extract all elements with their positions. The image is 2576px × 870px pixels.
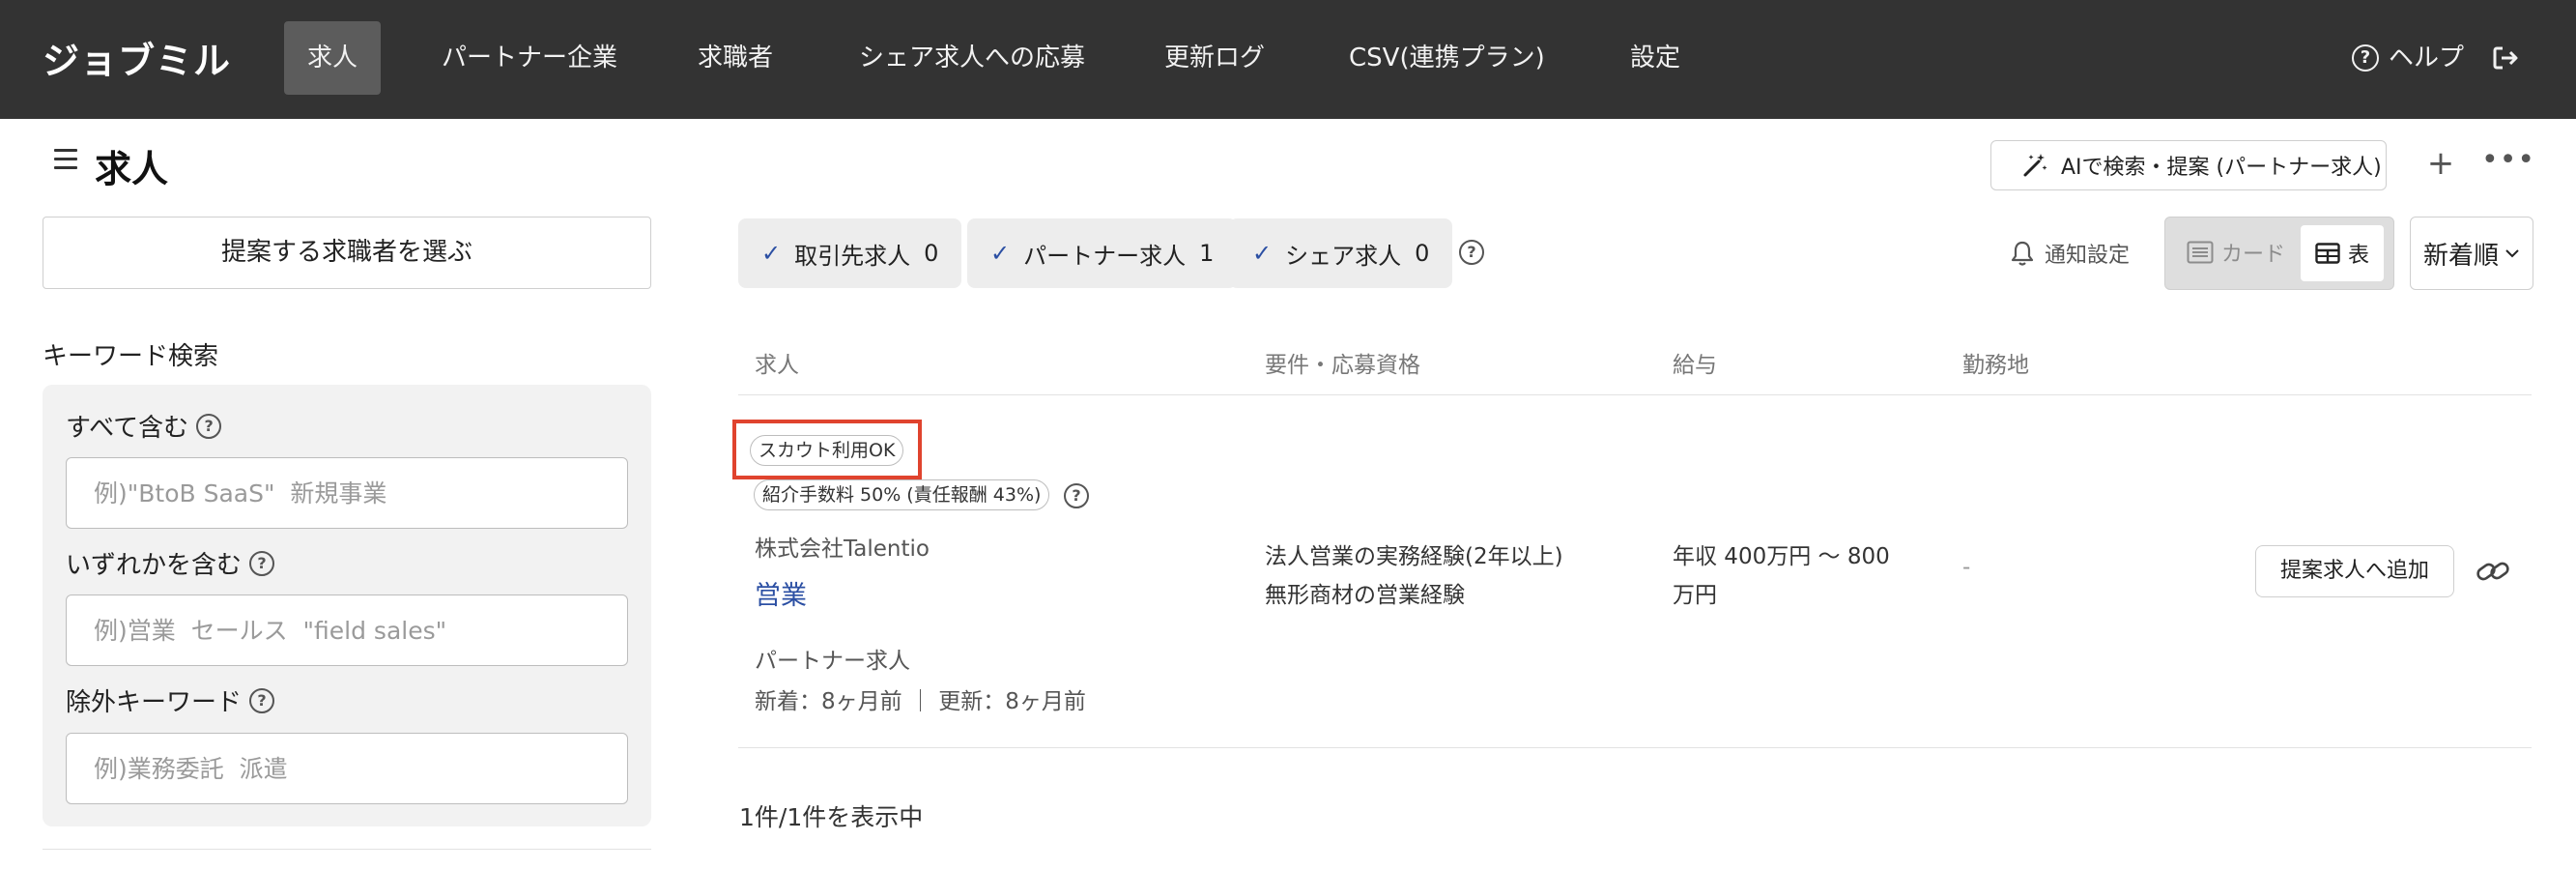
nav-item-shared-job-applications[interactable]: シェア求人への応募 [859, 21, 1085, 95]
column-header-location: 勤務地 [1962, 353, 2029, 378]
help-link[interactable]: ? ヘルプ [2352, 39, 2464, 77]
exclude-keywords-label-text: 除外キーワード [66, 688, 243, 717]
chip-count: 1 [1199, 240, 1215, 267]
view-toggle: カード 表 [2164, 217, 2394, 290]
include-any-label-text: いずれかを含む [66, 551, 243, 580]
chip-count: 0 [1415, 240, 1430, 267]
page-title: 求人 [95, 148, 169, 190]
chevron-down-icon [2505, 249, 2519, 258]
location-value: - [1962, 555, 1971, 580]
link-icon[interactable] [2476, 557, 2510, 586]
sort-order-select[interactable]: 新着順 [2410, 217, 2533, 290]
help-label: ヘルプ [2389, 44, 2465, 72]
nav-item-csv[interactable]: CSV(連携プラン) [1349, 21, 1545, 95]
nav-item-job-seekers[interactable]: 求職者 [698, 21, 773, 95]
nav-item-settings[interactable]: 設定 [1630, 21, 1680, 95]
table-icon [2315, 243, 2340, 264]
chip-label: シェア求人 [1285, 242, 1402, 270]
column-header-job: 求人 [755, 353, 799, 378]
include-all-input[interactable] [66, 457, 628, 529]
view-card-button[interactable]: カード [2187, 237, 2285, 268]
brand-logo[interactable]: ジョブミル [43, 31, 231, 84]
exclude-keywords-label: 除外キーワード ? [66, 682, 275, 718]
add-job-button[interactable]: + [2418, 141, 2464, 188]
table-bottom-divider [738, 747, 2532, 748]
check-icon: ✓ [761, 240, 782, 267]
list-icon [2187, 241, 2214, 264]
company-name: 株式会社Talentio [755, 536, 930, 562]
sort-order-label: 新着順 [2422, 241, 2499, 271]
include-all-label: すべて含む ? [66, 408, 222, 444]
salary-line: 年収 400万円 〜 800 [1673, 544, 1890, 569]
notification-settings-label: 通知設定 [2045, 244, 2131, 268]
filter-chip-shared-jobs[interactable]: ✓ シェア求人 0 [1229, 218, 1453, 288]
column-header-salary: 給与 [1673, 353, 1717, 378]
nav-item-jobs[interactable]: 求人 [284, 21, 382, 95]
magic-wand-icon [2023, 154, 2047, 177]
keyword-search-heading: キーワード検索 [43, 342, 219, 371]
question-icon[interactable]: ? [1064, 483, 1089, 508]
more-options-button[interactable]: ••• [2481, 141, 2534, 188]
menu-toggle-icon[interactable] [54, 149, 77, 175]
table-header-divider [738, 394, 2532, 395]
add-to-proposal-button[interactable]: 提案求人へ追加 [2255, 545, 2454, 597]
chip-label: パートナー求人 [1023, 242, 1187, 270]
notification-settings-button[interactable]: 通知設定 [2010, 238, 2130, 269]
filter-chip-client-jobs[interactable]: ✓ 取引先求人 0 [738, 218, 962, 288]
nav-item-partner-companies[interactable]: パートナー企業 [442, 21, 617, 95]
view-card-label: カード [2221, 243, 2286, 267]
ai-search-suggest-button[interactable]: AIで検索・提案 (パートナー求人) [1990, 140, 2387, 190]
job-title-link[interactable]: 営業 [755, 574, 807, 612]
ai-search-suggest-label: AIで検索・提案 (パートナー求人) [2061, 156, 2382, 180]
scout-ok-badge: スカウト利用OK [750, 435, 904, 466]
logout-button[interactable] [2491, 39, 2520, 77]
referral-fee-badge: 紹介手数料 50% (責任報酬 43%) [754, 479, 1050, 510]
question-icon[interactable]: ? [196, 413, 222, 439]
chip-count: 0 [924, 240, 939, 267]
highlight-box: スカウト利用OK [732, 420, 922, 479]
exclude-keywords-input[interactable] [66, 733, 628, 804]
include-any-input[interactable] [66, 594, 628, 666]
logout-icon [2493, 46, 2518, 70]
chip-label: 取引先求人 [794, 242, 911, 270]
column-header-requirements: 要件・応募資格 [1265, 353, 1420, 378]
question-icon[interactable]: ? [249, 687, 275, 713]
bell-icon [2011, 241, 2034, 266]
check-icon: ✓ [990, 240, 1011, 267]
result-count: 1件/1件を表示中 [739, 803, 924, 831]
question-icon[interactable]: ? [249, 550, 275, 576]
nav-item-update-log[interactable]: 更新ログ [1164, 21, 1265, 95]
select-job-seeker-button[interactable]: 提案する求職者を選ぶ [43, 217, 651, 289]
requirement-item: 法人営業の実務経験(2年以上) [1265, 544, 1563, 569]
check-icon: ✓ [1252, 240, 1273, 267]
view-table-button[interactable]: 表 [2301, 225, 2384, 281]
salary-line: 万円 [1673, 583, 1717, 608]
sidebar-divider [43, 849, 651, 850]
requirement-item: 無形商材の営業経験 [1265, 583, 1465, 608]
help-circle-icon: ? [2352, 44, 2379, 72]
filter-chip-partner-jobs[interactable]: ✓ パートナー求人 1 [967, 218, 1238, 288]
top-navigation-bar: ジョブミル 求人 パートナー企業 求職者 シェア求人への応募 更新ログ CSV(… [0, 0, 2576, 119]
include-any-label: いずれかを含む ? [66, 545, 275, 581]
include-all-label-text: すべて含む [66, 414, 189, 443]
keyword-search-panel: すべて含む ? いずれかを含む ? 除外キーワード ? [43, 385, 651, 826]
job-type: パートナー求人 [755, 649, 910, 674]
question-icon[interactable]: ? [1459, 240, 1484, 265]
job-dates: 新着：8ヶ月前 ｜ 更新：8ヶ月前 [755, 689, 1086, 714]
view-table-label: 表 [2347, 244, 2369, 268]
